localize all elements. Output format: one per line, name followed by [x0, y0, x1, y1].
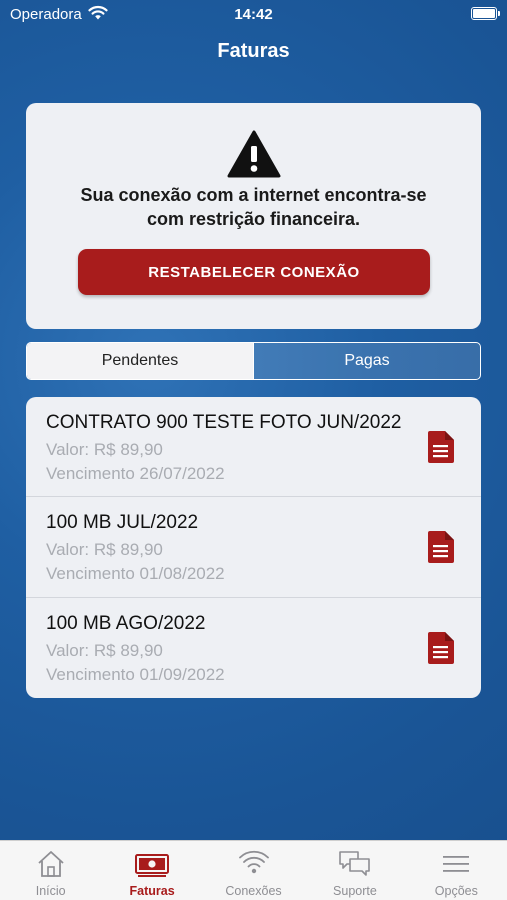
tab-opcoes[interactable]: Opções: [406, 841, 507, 900]
invoice-row[interactable]: 100 MB JUL/2022 Valor: R$ 89,90 Vencimen…: [26, 497, 481, 598]
invoice-value: Valor: R$ 89,90: [46, 640, 163, 660]
status-bar: Operadora 14:42: [0, 0, 507, 28]
alert-message: Sua conexão com a internet encontra-se c…: [46, 183, 461, 231]
tab-label: Opções: [434, 884, 478, 898]
alert-message-line2: com restrição financeira.: [146, 209, 361, 229]
document-icon[interactable]: [426, 531, 454, 568]
invoice-row[interactable]: 100 MB AGO/2022 Valor: R$ 89,90 Vencimen…: [26, 598, 481, 698]
invoice-due-date: Vencimento 01/09/2022: [46, 664, 225, 684]
invoice-row[interactable]: CONTRATO 900 TESTE FOTO JUN/2022 Valor: …: [26, 397, 481, 498]
restore-connection-button[interactable]: RESTABELECER CONEXÃO: [78, 249, 430, 295]
document-icon[interactable]: [426, 431, 454, 468]
invoice-title: 100 MB AGO/2022: [46, 612, 206, 634]
invoice-due-date: Vencimento 01/08/2022: [46, 564, 225, 584]
invoice-status-segmented-control: Pendentes Pagas: [26, 342, 481, 380]
tab-paid[interactable]: Pagas: [253, 343, 480, 379]
invoice-list: CONTRATO 900 TESTE FOTO JUN/2022 Valor: …: [26, 397, 481, 698]
invoice-due-date: Vencimento 26/07/2022: [46, 464, 225, 483]
clock: 14:42: [234, 6, 273, 23]
tab-bar: Início Faturas Conexões Suporte Opções: [0, 840, 507, 900]
invoice-title: 100 MB JUL/2022: [46, 512, 199, 534]
tab-label: Início: [35, 884, 66, 898]
tab-label: Suporte: [333, 884, 377, 898]
home-icon: [0, 849, 101, 879]
invoice-value: Valor: R$ 89,90: [46, 540, 163, 560]
tab-suporte[interactable]: Suporte: [304, 841, 405, 900]
document-icon[interactable]: [426, 631, 454, 669]
page-title: Faturas: [217, 40, 290, 62]
invoice-value: Valor: R$ 89,90: [46, 440, 163, 459]
tab-label: Conexões: [225, 884, 282, 898]
menu-icon: [406, 849, 507, 879]
wifi-icon: [203, 849, 304, 879]
bill-icon: [101, 849, 202, 879]
invoice-title: CONTRATO 900 TESTE FOTO JUN/2022: [46, 412, 401, 433]
tab-pending[interactable]: Pendentes: [27, 343, 253, 379]
chat-icon: [304, 849, 405, 879]
tab-faturas[interactable]: Faturas: [101, 841, 202, 900]
connection-alert-card: Sua conexão com a internet encontra-se c…: [26, 103, 481, 329]
alert-message-line1: Sua conexão com a internet encontra-se: [80, 185, 427, 205]
tab-conexoes[interactable]: Conexões: [203, 841, 304, 900]
tab-label: Faturas: [129, 884, 175, 898]
battery-icon: [471, 7, 500, 20]
warning-icon: [227, 130, 281, 183]
tab-inicio[interactable]: Início: [0, 841, 101, 900]
